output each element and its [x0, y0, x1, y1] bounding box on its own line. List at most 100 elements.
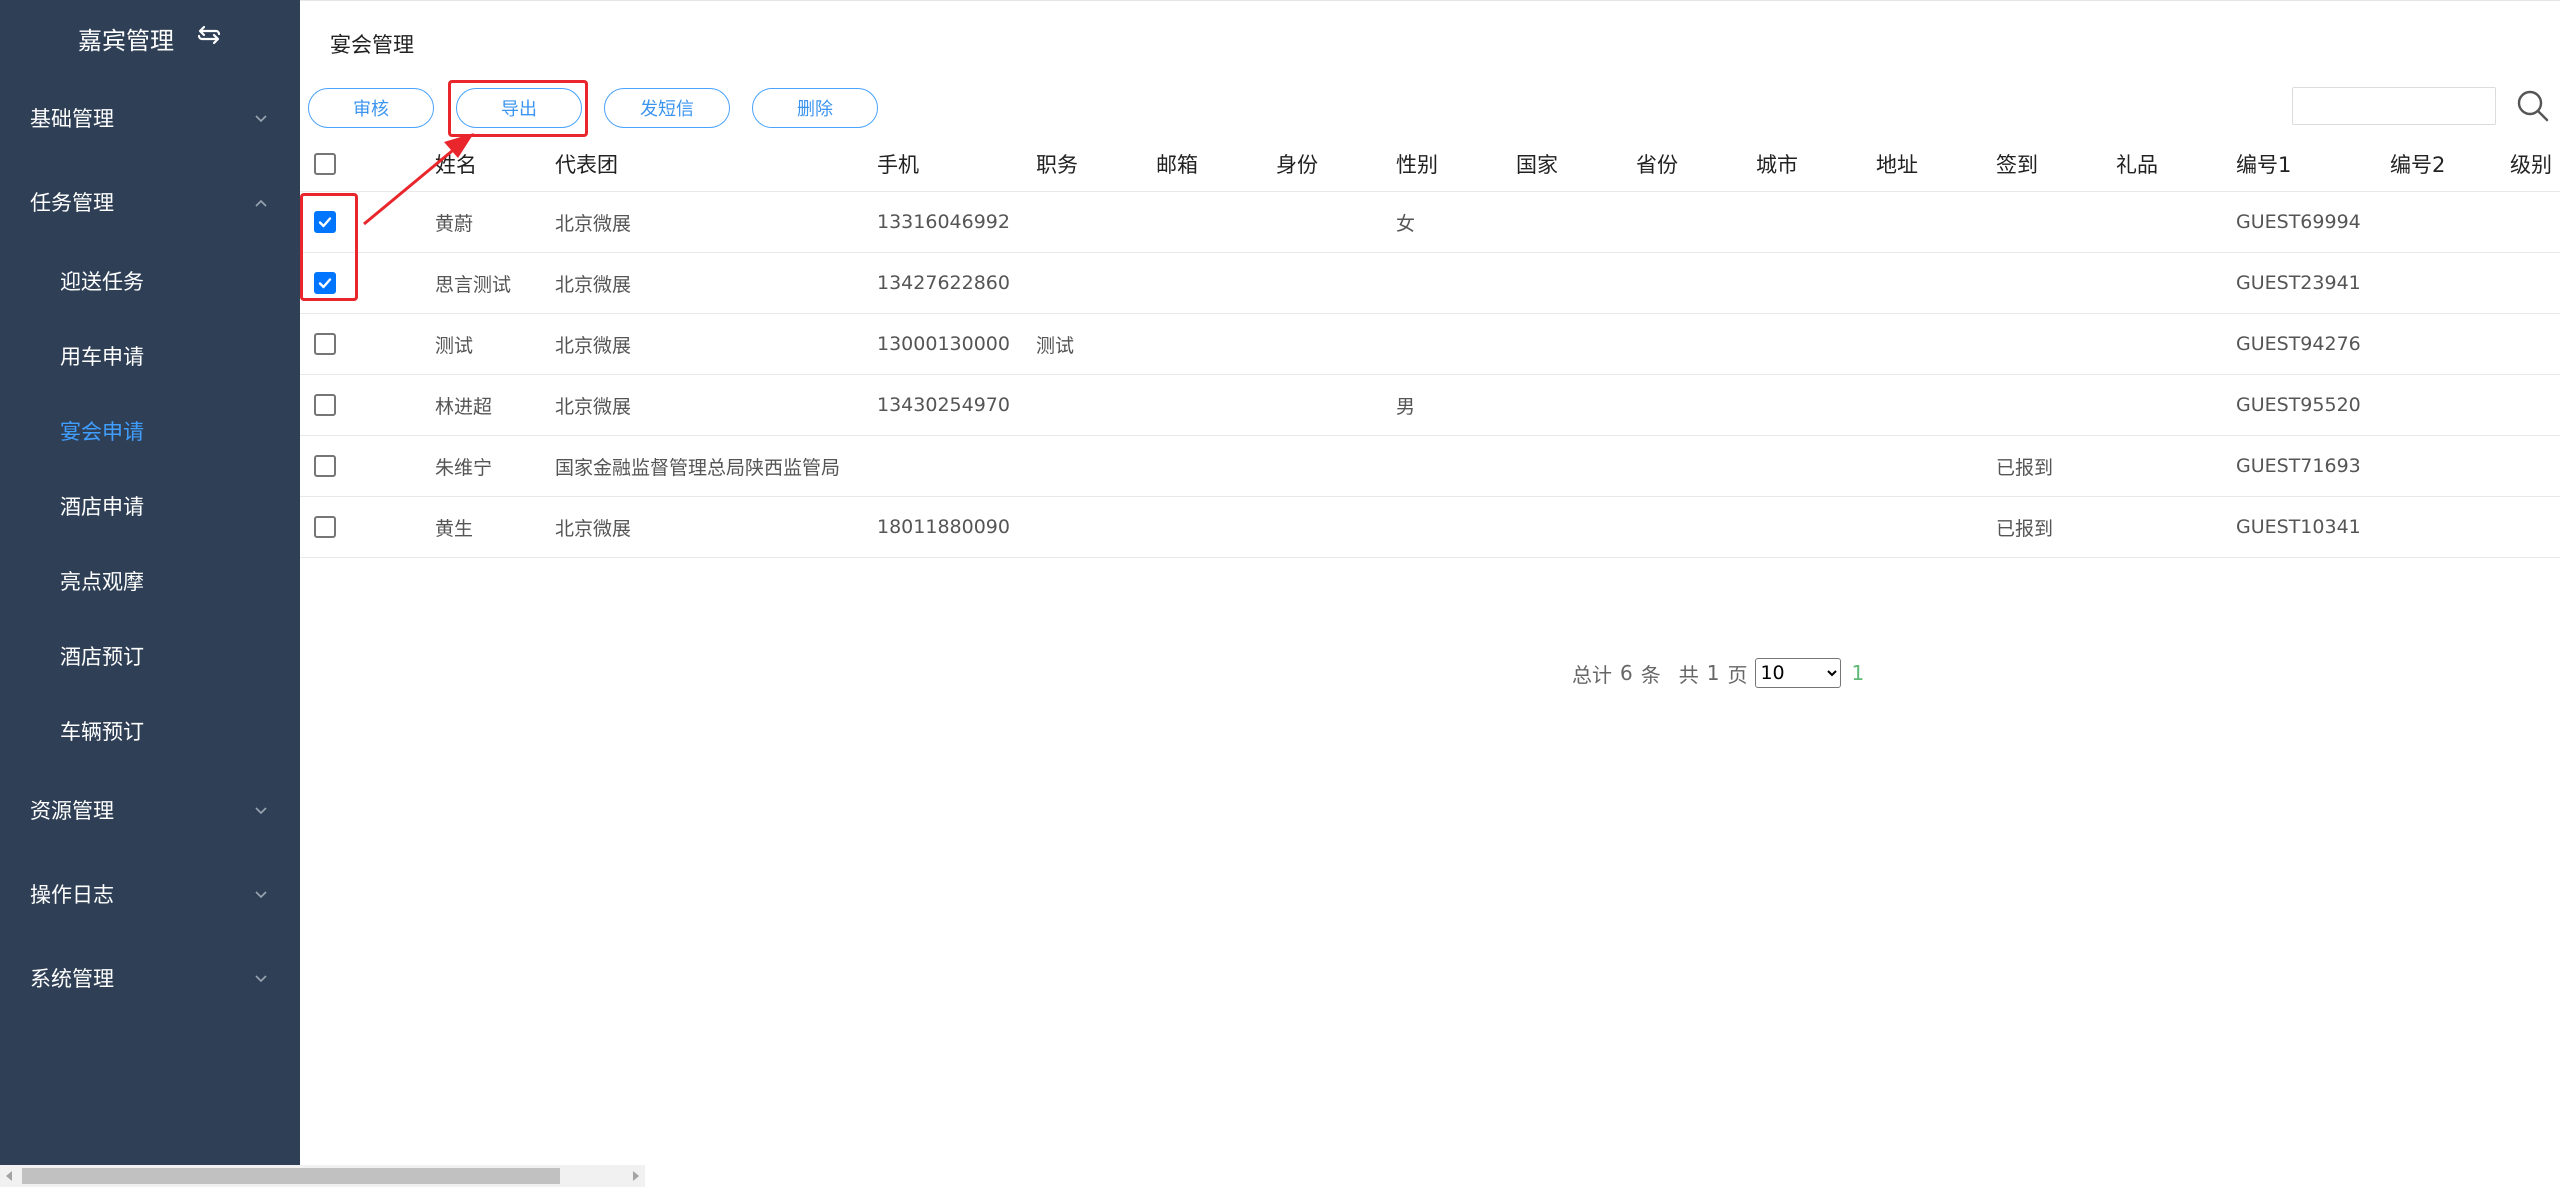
cell-checkin: 已报到 [1996, 517, 2054, 540]
cell-phone: 13000130000 [877, 333, 1010, 355]
column-header-gender: 性别 [1396, 153, 1438, 177]
row-checkbox[interactable] [314, 211, 336, 233]
cell-phone: 13316046992 [877, 211, 1010, 233]
pagination: 总计 6 条 共 1 页 102050 1 [1572, 658, 1864, 688]
table-row: 朱维宁 国家金融监督管理总局陕西监管局 已报到 GUEST71693 [300, 436, 2560, 497]
menu-group-task[interactable]: 任务管理 [0, 162, 300, 242]
cell-delegation: 北京微展 [555, 334, 632, 357]
menu-group-basic[interactable]: 基础管理 [0, 78, 300, 158]
cell-phone: 13430254970 [877, 394, 1010, 416]
cell-name: 黄蔚 [435, 212, 474, 235]
sidebar-item-label: 车辆预订 [60, 719, 144, 744]
cell-phone: 13427622860 [877, 272, 1010, 294]
sidebar-item-hotel-request[interactable]: 酒店申请 [0, 468, 300, 543]
row-checkbox[interactable] [314, 272, 336, 294]
menu-group-label: 系统管理 [30, 967, 114, 991]
chevron-up-icon [255, 199, 267, 207]
brand-title: 嘉宾管理 [78, 26, 174, 55]
menu-group-label: 资源管理 [30, 799, 114, 823]
sidebar-item-label: 宴会申请 [60, 419, 144, 444]
scroll-right-icon[interactable] [633, 1171, 639, 1181]
table-row: 林进超 北京微展 13430254970 男 GUEST95520 [300, 375, 2560, 436]
scrollbar-thumb[interactable] [22, 1168, 560, 1184]
column-header-code1: 编号1 [2236, 153, 2292, 177]
cell-checkin: 已报到 [1996, 456, 2054, 479]
cell-code1: GUEST10341 [2236, 516, 2361, 538]
row-checkbox[interactable] [314, 394, 336, 416]
column-header-gift: 礼品 [2116, 153, 2158, 177]
sidebar-item-label: 酒店预订 [60, 644, 144, 669]
row-checkbox[interactable] [314, 333, 336, 355]
select-all-checkbox[interactable] [314, 153, 336, 175]
column-header-checkin: 签到 [1996, 153, 2038, 177]
cell-delegation: 北京微展 [555, 517, 632, 540]
scroll-left-icon[interactable] [6, 1171, 12, 1181]
cell-delegation: 北京微展 [555, 395, 632, 418]
cell-name: 测试 [435, 334, 474, 357]
sidebar-item-hotel-booking[interactable]: 酒店预订 [0, 618, 300, 693]
pager-pages-prefix: 共 [1678, 662, 1699, 687]
search-icon[interactable] [2516, 89, 2550, 123]
pager-total-prefix: 总计 [1572, 662, 1612, 687]
menu-group-label: 操作日志 [30, 883, 114, 907]
row-checkbox[interactable] [314, 516, 336, 538]
cell-code1: GUEST23941 [2236, 272, 2361, 294]
column-header-province: 省份 [1636, 153, 1678, 177]
chevron-down-icon [255, 891, 267, 899]
brand: 嘉宾管理 [0, 0, 300, 76]
pager-pages-count: 1 [1706, 661, 1720, 685]
chevron-down-icon [255, 975, 267, 983]
sidebar-item-car-request[interactable]: 用车申请 [0, 318, 300, 393]
sidebar-item-label: 用车申请 [60, 344, 144, 369]
menu-group-label: 基础管理 [30, 107, 114, 131]
cell-code1: GUEST95520 [2236, 394, 2361, 416]
column-header-city: 城市 [1756, 153, 1798, 177]
delete-button[interactable]: 删除 [752, 88, 878, 128]
horizontal-scrollbar[interactable] [0, 1165, 645, 1187]
column-header-identity: 身份 [1276, 153, 1318, 177]
send-sms-button[interactable]: 发短信 [604, 88, 730, 128]
cell-delegation: 北京微展 [555, 212, 632, 235]
table-row: 测试 北京微展 13000130000 测试 GUEST94276 [300, 314, 2560, 375]
cell-gender: 男 [1396, 395, 1416, 418]
sidebar-item-label: 亮点观摩 [60, 569, 144, 594]
cell-name: 黄生 [435, 517, 474, 540]
main-content: 宴会管理 审核 导出 发短信 删除 姓名 代表团 手机 职务 邮箱 身份 性别 国家 省份 城市 地… [300, 0, 2560, 1188]
page-title: 宴会管理 [330, 33, 414, 57]
pager-total-count: 6 [1620, 661, 1633, 685]
cell-gender: 女 [1396, 212, 1416, 235]
row-checkbox[interactable] [314, 455, 336, 477]
review-button[interactable]: 审核 [308, 88, 434, 128]
search-input[interactable] [2292, 87, 2496, 125]
table-row: 思言测试 北京微展 13427622860 GUEST23941 [300, 253, 2560, 314]
page-size-select[interactable]: 102050 [1755, 658, 1842, 688]
sidebar: 嘉宾管理 基础管理 任务管理 迎送任务 用车申请 宴会申请 酒店申请 亮点观摩 … [0, 0, 300, 1187]
table-row: 黄生 北京微展 18011880090 已报到 GUEST10341 [300, 497, 2560, 558]
cell-code1: GUEST94276 [2236, 333, 2361, 355]
sidebar-item-pickup-task[interactable]: 迎送任务 [0, 243, 300, 318]
cell-name: 思言测试 [435, 273, 512, 296]
cell-code1: GUEST71693 [2236, 455, 2361, 477]
column-header-country: 国家 [1516, 153, 1558, 177]
menu-group-logs[interactable]: 操作日志 [0, 854, 300, 934]
cell-name: 林进超 [435, 395, 493, 418]
toggle-sidebar-icon[interactable] [196, 22, 222, 54]
column-header-title: 职务 [1036, 153, 1078, 177]
sidebar-item-highlight-visit[interactable]: 亮点观摩 [0, 543, 300, 618]
menu-group-system[interactable]: 系统管理 [0, 938, 300, 1018]
menu-group-resource[interactable]: 资源管理 [0, 770, 300, 850]
cell-phone: 18011880090 [877, 516, 1010, 538]
column-header-level: 级别 [2510, 153, 2552, 177]
cell-delegation: 国家金融监督管理总局陕西监管局 [555, 456, 841, 479]
guest-table: 姓名 代表团 手机 职务 邮箱 身份 性别 国家 省份 城市 地址 签到 礼品 编号1 编号2 级别 黄蔚 北京… [300, 137, 2560, 558]
column-header-phone: 手机 [877, 153, 919, 177]
sidebar-item-banquet-request[interactable]: 宴会申请 [0, 393, 300, 468]
sidebar-item-vehicle-booking[interactable]: 车辆预订 [0, 693, 300, 768]
sidebar-item-label: 酒店申请 [60, 494, 144, 519]
sidebar-item-label: 迎送任务 [60, 269, 144, 294]
table-row: 黄蔚 北京微展 13316046992 女 GUEST69994 [300, 192, 2560, 253]
export-button[interactable]: 导出 [456, 88, 582, 128]
current-page-link[interactable]: 1 [1851, 661, 1864, 685]
chevron-down-icon [255, 807, 267, 815]
cell-name: 朱维宁 [435, 456, 493, 479]
